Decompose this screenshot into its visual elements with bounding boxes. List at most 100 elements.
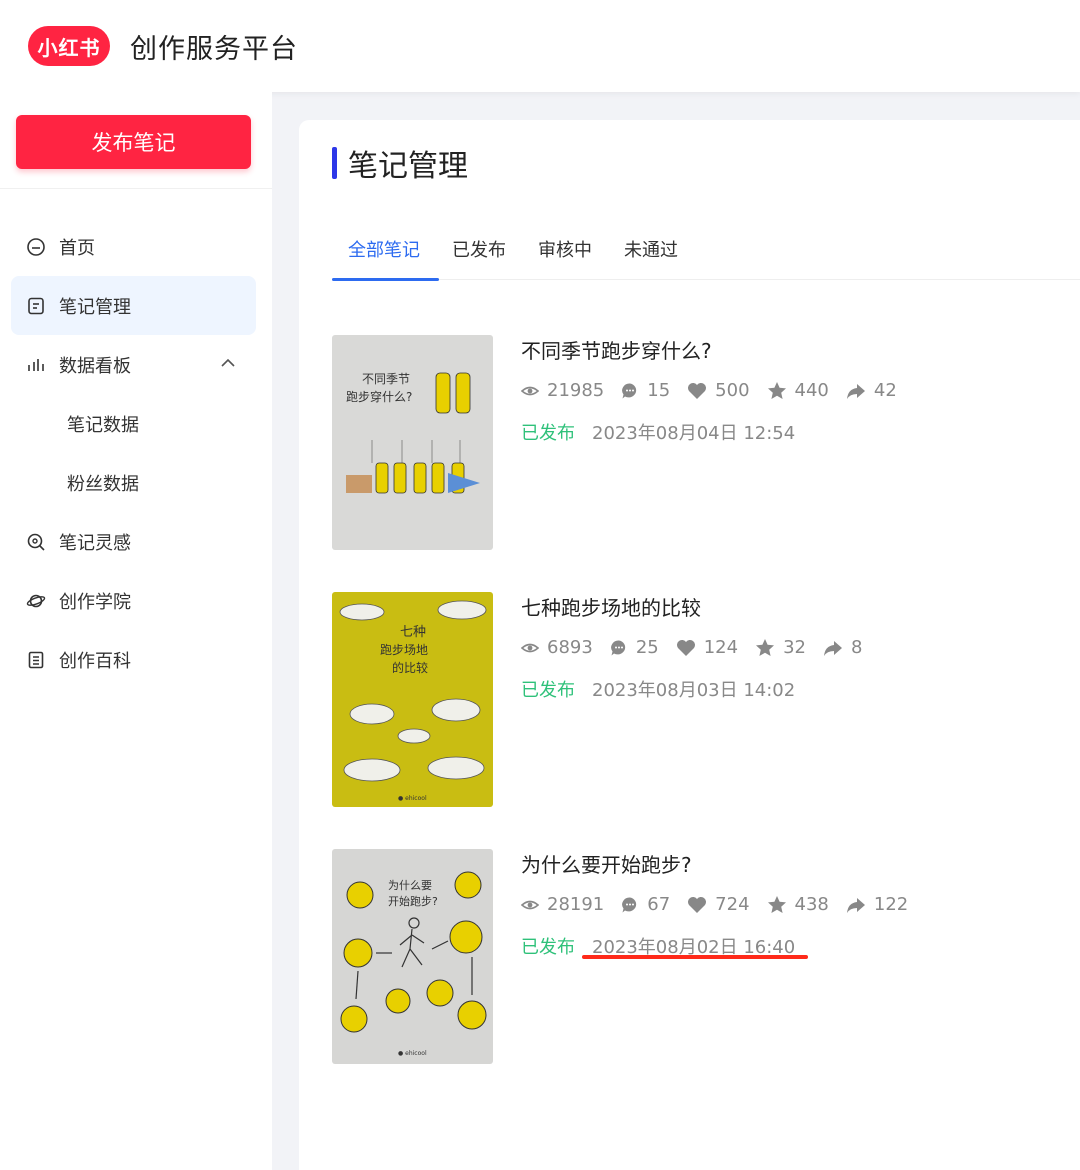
likes-stat: 724 — [687, 894, 750, 915]
note-stats: 21985 15 500 440 42 — [521, 380, 914, 401]
views-stat: 28191 — [521, 894, 604, 915]
shares-count: 42 — [873, 380, 897, 401]
note-meta: 已发布 2023年08月04日 12:54 — [521, 419, 795, 445]
comments-count: 15 — [647, 380, 671, 401]
cover-text: 不同季节 — [362, 372, 410, 386]
tab-all-notes[interactable]: 全部笔记 — [332, 228, 439, 281]
comments-count: 67 — [647, 894, 671, 915]
note-cover-image[interactable]: 七种 跑步场地 的比较 ● ehicool — [332, 592, 493, 807]
note-title[interactable]: 七种跑步场地的比较 — [521, 592, 701, 621]
platform-title: 创作服务平台 — [130, 33, 298, 65]
comment-icon — [622, 896, 637, 912]
likes-count: 500 — [715, 380, 750, 401]
views-count: 28191 — [547, 894, 605, 915]
sidebar-nav: 首页 笔记管理 数据看板 笔记数据 粉丝数据 笔记灵感 创作学院 创作百科 — [0, 217, 272, 689]
svg-text:● ehicool: ● ehicool — [398, 1050, 427, 1057]
eye-icon — [521, 643, 539, 652]
sidebar-item-note-data[interactable]: 笔记数据 — [0, 394, 272, 453]
sidebar-item-label: 笔记灵感 — [59, 532, 131, 554]
comment-icon — [610, 639, 625, 655]
views-count: 21985 — [547, 380, 605, 401]
note-item[interactable]: 不同季节 跑步穿什么? 不同季节跑步穿什么? 21985 15 500 440 … — [332, 335, 1072, 550]
document-icon — [26, 650, 46, 670]
sidebar-item-encyclopedia[interactable]: 创作百科 — [0, 630, 272, 689]
star-icon — [756, 639, 775, 656]
publish-date: 2023年08月03日 14:02 — [592, 680, 796, 701]
note-item[interactable]: 七种 跑步场地 的比较 ● ehicool 七种跑步场地的比较 6893 25 … — [332, 592, 1072, 807]
cover-text: 跑步场地 — [380, 643, 428, 657]
note-cover-image[interactable]: 为什么要 开始跑步? ● ehicool — [332, 849, 493, 1064]
tab-published[interactable]: 已发布 — [436, 228, 522, 280]
cover-text: 的比较 — [392, 660, 428, 675]
status-badge: 已发布 — [521, 423, 575, 444]
views-stat: 21985 — [521, 380, 604, 401]
chevron-up-icon[interactable] — [220, 355, 236, 376]
tab-rejected[interactable]: 未通过 — [608, 228, 694, 280]
share-icon — [846, 383, 865, 399]
planet-icon — [26, 591, 46, 611]
heart-icon — [688, 382, 707, 399]
cover-text: 开始跑步? — [388, 894, 438, 908]
shares-count: 8 — [850, 637, 863, 658]
sidebar-item-note-management[interactable]: 笔记管理 — [0, 276, 272, 335]
note-title[interactable]: 不同季节跑步穿什么? — [521, 335, 712, 364]
sidebar-divider — [0, 188, 272, 189]
note-stats: 28191 67 724 438 122 — [521, 894, 925, 915]
views-count: 6893 — [547, 637, 593, 658]
collects-stat: 32 — [755, 637, 806, 658]
svg-text:● ehicool: ● ehicool — [398, 795, 427, 802]
likes-stat: 124 — [676, 637, 738, 658]
note-title[interactable]: 为什么要开始跑步? — [521, 849, 692, 878]
publish-date: 2023年08月04日 12:54 — [592, 423, 796, 444]
eye-icon — [521, 900, 539, 909]
likes-count: 124 — [703, 637, 739, 658]
sidebar-item-label: 数据看板 — [59, 355, 131, 377]
collects-stat: 438 — [767, 894, 829, 915]
eye-icon — [521, 386, 539, 395]
sidebar-item-label: 创作百科 — [59, 650, 131, 672]
views-stat: 6893 — [521, 637, 593, 658]
cover-text: 七种 — [400, 625, 426, 640]
sidebar-item-data-board[interactable]: 数据看板 — [0, 335, 272, 394]
sidebar-item-label: 笔记管理 — [59, 296, 131, 318]
sidebar-item-home[interactable]: 首页 — [0, 217, 272, 276]
note-cover-image[interactable]: 不同季节 跑步穿什么? — [332, 335, 493, 550]
note-meta: 已发布 2023年08月03日 14:02 — [521, 676, 795, 702]
title-accent-bar — [332, 147, 337, 179]
xiaohongshu-logo[interactable]: 小红书 — [28, 26, 110, 66]
heart-icon — [688, 896, 707, 913]
note-icon — [26, 296, 46, 316]
sidebar: 发布笔记 首页 笔记管理 数据看板 笔记数据 粉丝数据 笔记灵感 创作学院 创作… — [0, 92, 272, 1170]
sidebar-item-label: 笔记数据 — [67, 414, 139, 436]
cover-text: 为什么要 — [388, 879, 432, 892]
collects-count: 438 — [794, 894, 829, 915]
tab-reviewing[interactable]: 审核中 — [522, 228, 608, 280]
note-stats: 6893 25 124 32 8 — [521, 637, 879, 658]
note-tabs: 全部笔记 已发布 审核中 未通过 — [332, 228, 1080, 281]
home-icon — [26, 237, 46, 257]
share-icon — [823, 640, 842, 656]
main-content-card: 笔记管理 全部笔记 已发布 审核中 未通过 不同季节 跑步穿什么? 不同季节跑步… — [299, 120, 1080, 1170]
sidebar-item-label: 首页 — [59, 237, 95, 259]
comment-icon — [622, 382, 637, 398]
shares-stat: 8 — [823, 637, 862, 658]
likes-count: 724 — [715, 894, 750, 915]
bar-chart-icon — [26, 355, 46, 375]
star-icon — [767, 896, 786, 913]
sidebar-item-inspiration[interactable]: 笔记灵感 — [0, 512, 272, 571]
sidebar-item-academy[interactable]: 创作学院 — [0, 571, 272, 630]
comments-stat: 25 — [610, 637, 659, 658]
sidebar-item-fan-data[interactable]: 粉丝数据 — [0, 453, 272, 512]
shares-stat: 122 — [846, 894, 908, 915]
sidebar-item-label: 粉丝数据 — [67, 473, 139, 495]
publish-note-button[interactable]: 发布笔记 — [16, 115, 251, 169]
top-header: 小红书 创作服务平台 — [0, 0, 1080, 92]
page-title-wrap: 笔记管理 — [332, 146, 468, 184]
heart-icon — [676, 639, 695, 656]
status-badge: 已发布 — [521, 680, 575, 701]
shares-count: 122 — [873, 894, 909, 915]
status-badge: 已发布 — [521, 937, 575, 958]
comments-stat: 15 — [621, 380, 670, 401]
inspiration-icon — [26, 532, 46, 552]
star-icon — [767, 382, 786, 399]
